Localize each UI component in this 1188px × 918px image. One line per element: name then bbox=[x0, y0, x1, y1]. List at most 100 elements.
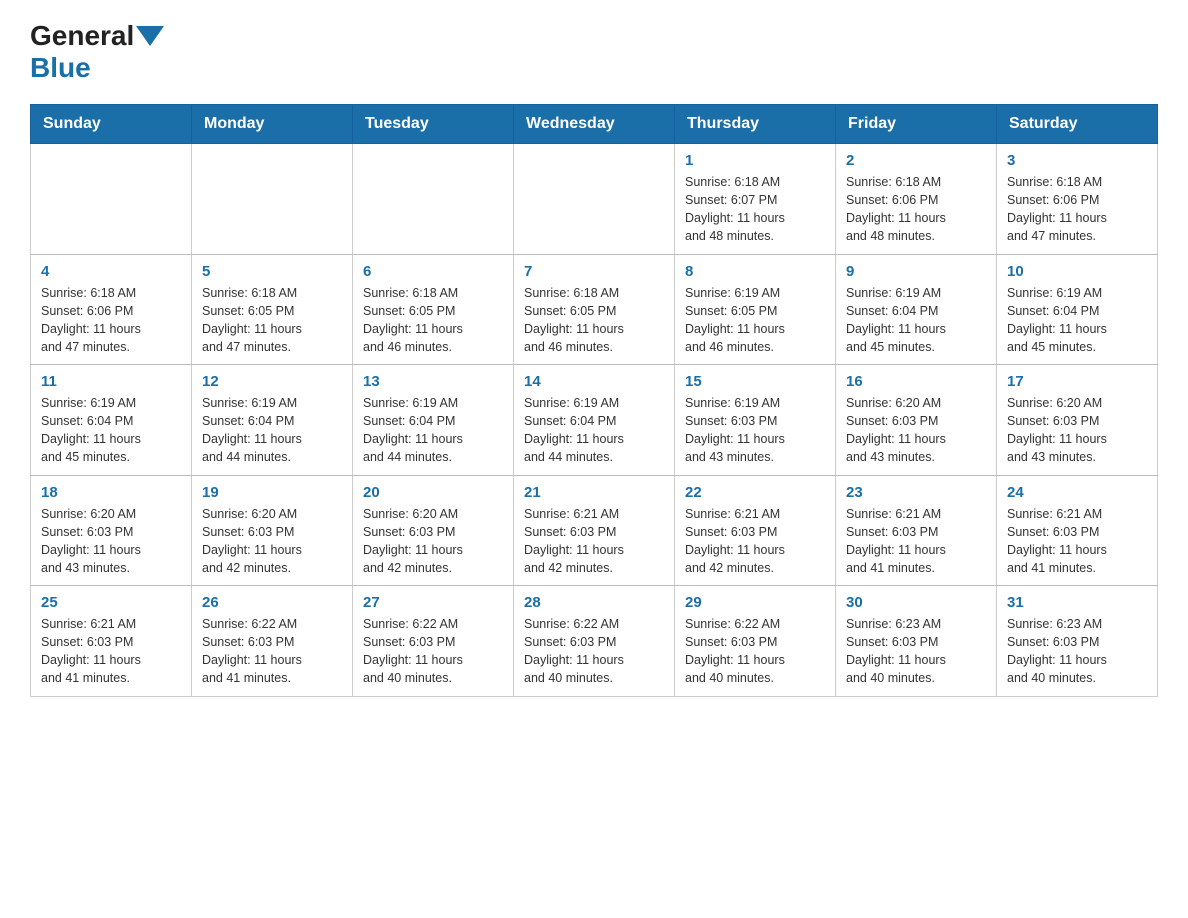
day-sun-info: Sunrise: 6:19 AM Sunset: 6:03 PM Dayligh… bbox=[685, 394, 825, 467]
day-number: 15 bbox=[685, 373, 825, 390]
day-number: 8 bbox=[685, 263, 825, 280]
logo-general-text: General bbox=[30, 20, 134, 52]
day-sun-info: Sunrise: 6:20 AM Sunset: 6:03 PM Dayligh… bbox=[202, 505, 342, 578]
day-sun-info: Sunrise: 6:18 AM Sunset: 6:05 PM Dayligh… bbox=[202, 284, 342, 357]
calendar-cell: 20 Sunrise: 6:20 AM Sunset: 6:03 PM Dayli… bbox=[353, 475, 514, 586]
day-sun-info: Sunrise: 6:18 AM Sunset: 6:06 PM Dayligh… bbox=[41, 284, 181, 357]
calendar-cell: 10 Sunrise: 6:19 AM Sunset: 6:04 PM Dayli… bbox=[997, 254, 1158, 365]
calendar-cell: 9 Sunrise: 6:19 AM Sunset: 6:04 PM Daylig… bbox=[836, 254, 997, 365]
weekday-header-wednesday: Wednesday bbox=[514, 105, 675, 144]
day-sun-info: Sunrise: 6:20 AM Sunset: 6:03 PM Dayligh… bbox=[41, 505, 181, 578]
day-sun-info: Sunrise: 6:18 AM Sunset: 6:07 PM Dayligh… bbox=[685, 173, 825, 246]
weekday-header-monday: Monday bbox=[192, 105, 353, 144]
day-number: 14 bbox=[524, 373, 664, 390]
day-number: 16 bbox=[846, 373, 986, 390]
day-sun-info: Sunrise: 6:21 AM Sunset: 6:03 PM Dayligh… bbox=[846, 505, 986, 578]
day-sun-info: Sunrise: 6:19 AM Sunset: 6:05 PM Dayligh… bbox=[685, 284, 825, 357]
calendar-cell: 2 Sunrise: 6:18 AM Sunset: 6:06 PM Daylig… bbox=[836, 144, 997, 255]
logo-blue-text: Blue bbox=[30, 52, 91, 83]
weekday-header-thursday: Thursday bbox=[675, 105, 836, 144]
weekday-header-tuesday: Tuesday bbox=[353, 105, 514, 144]
day-number: 28 bbox=[524, 594, 664, 611]
calendar-cell: 29Sunrise: 6:22 AM Sunset: 6:03 PM Dayli… bbox=[675, 586, 836, 697]
calendar-cell: 27 Sunrise: 6:22 AM Sunset: 6:03 PM Dayli… bbox=[353, 586, 514, 697]
day-number: 12 bbox=[202, 373, 342, 390]
day-sun-info: Sunrise: 6:22 AM Sunset: 6:03 PM Dayligh… bbox=[685, 615, 825, 688]
calendar-week-row: 4 Sunrise: 6:18 AM Sunset: 6:06 PM Daylig… bbox=[31, 254, 1158, 365]
day-number: 20 bbox=[363, 484, 503, 501]
calendar-cell: 6Sunrise: 6:18 AM Sunset: 6:05 PM Daylig… bbox=[353, 254, 514, 365]
day-number: 11 bbox=[41, 373, 181, 390]
calendar-cell: 22 Sunrise: 6:21 AM Sunset: 6:03 PM Dayli… bbox=[675, 475, 836, 586]
calendar-cell: 1Sunrise: 6:18 AM Sunset: 6:07 PM Daylig… bbox=[675, 144, 836, 255]
day-sun-info: Sunrise: 6:19 AM Sunset: 6:04 PM Dayligh… bbox=[41, 394, 181, 467]
day-number: 18 bbox=[41, 484, 181, 501]
day-sun-info: Sunrise: 6:19 AM Sunset: 6:04 PM Dayligh… bbox=[846, 284, 986, 357]
calendar-cell bbox=[353, 144, 514, 255]
logo-triangle-icon bbox=[136, 26, 164, 46]
day-number: 22 bbox=[685, 484, 825, 501]
day-number: 25 bbox=[41, 594, 181, 611]
calendar-cell bbox=[192, 144, 353, 255]
day-sun-info: Sunrise: 6:21 AM Sunset: 6:03 PM Dayligh… bbox=[1007, 505, 1147, 578]
day-number: 26 bbox=[202, 594, 342, 611]
day-sun-info: Sunrise: 6:18 AM Sunset: 6:05 PM Dayligh… bbox=[363, 284, 503, 357]
calendar-cell: 18 Sunrise: 6:20 AM Sunset: 6:03 PM Dayli… bbox=[31, 475, 192, 586]
day-number: 23 bbox=[846, 484, 986, 501]
calendar-cell: 17 Sunrise: 6:20 AM Sunset: 6:03 PM Dayli… bbox=[997, 365, 1158, 476]
day-sun-info: Sunrise: 6:20 AM Sunset: 6:03 PM Dayligh… bbox=[846, 394, 986, 467]
day-number: 4 bbox=[41, 263, 181, 280]
weekday-header-saturday: Saturday bbox=[997, 105, 1158, 144]
day-sun-info: Sunrise: 6:22 AM Sunset: 6:03 PM Dayligh… bbox=[363, 615, 503, 688]
logo: General Blue bbox=[30, 20, 166, 84]
day-sun-info: Sunrise: 6:19 AM Sunset: 6:04 PM Dayligh… bbox=[363, 394, 503, 467]
calendar-cell: 16 Sunrise: 6:20 AM Sunset: 6:03 PM Dayli… bbox=[836, 365, 997, 476]
day-sun-info: Sunrise: 6:21 AM Sunset: 6:03 PM Dayligh… bbox=[685, 505, 825, 578]
weekday-header-friday: Friday bbox=[836, 105, 997, 144]
day-sun-info: Sunrise: 6:18 AM Sunset: 6:05 PM Dayligh… bbox=[524, 284, 664, 357]
calendar-cell: 15 Sunrise: 6:19 AM Sunset: 6:03 PM Dayli… bbox=[675, 365, 836, 476]
calendar-week-row: 1Sunrise: 6:18 AM Sunset: 6:07 PM Daylig… bbox=[31, 144, 1158, 255]
day-sun-info: Sunrise: 6:21 AM Sunset: 6:03 PM Dayligh… bbox=[41, 615, 181, 688]
calendar-cell: 23 Sunrise: 6:21 AM Sunset: 6:03 PM Dayli… bbox=[836, 475, 997, 586]
calendar-table: SundayMondayTuesdayWednesdayThursdayFrid… bbox=[30, 104, 1158, 697]
day-sun-info: Sunrise: 6:18 AM Sunset: 6:06 PM Dayligh… bbox=[846, 173, 986, 246]
day-number: 7 bbox=[524, 263, 664, 280]
day-sun-info: Sunrise: 6:19 AM Sunset: 6:04 PM Dayligh… bbox=[1007, 284, 1147, 357]
day-number: 24 bbox=[1007, 484, 1147, 501]
day-number: 17 bbox=[1007, 373, 1147, 390]
day-sun-info: Sunrise: 6:21 AM Sunset: 6:03 PM Dayligh… bbox=[524, 505, 664, 578]
day-sun-info: Sunrise: 6:20 AM Sunset: 6:03 PM Dayligh… bbox=[1007, 394, 1147, 467]
page-header: General Blue bbox=[30, 20, 1158, 84]
calendar-cell: 25 Sunrise: 6:21 AM Sunset: 6:03 PM Dayli… bbox=[31, 586, 192, 697]
day-number: 2 bbox=[846, 152, 986, 169]
day-sun-info: Sunrise: 6:19 AM Sunset: 6:04 PM Dayligh… bbox=[524, 394, 664, 467]
day-number: 27 bbox=[363, 594, 503, 611]
day-sun-info: Sunrise: 6:18 AM Sunset: 6:06 PM Dayligh… bbox=[1007, 173, 1147, 246]
day-number: 19 bbox=[202, 484, 342, 501]
weekday-header-row: SundayMondayTuesdayWednesdayThursdayFrid… bbox=[31, 105, 1158, 144]
calendar-cell: 13 Sunrise: 6:19 AM Sunset: 6:04 PM Dayli… bbox=[353, 365, 514, 476]
day-number: 31 bbox=[1007, 594, 1147, 611]
calendar-week-row: 11 Sunrise: 6:19 AM Sunset: 6:04 PM Dayli… bbox=[31, 365, 1158, 476]
calendar-cell: 24 Sunrise: 6:21 AM Sunset: 6:03 PM Dayli… bbox=[997, 475, 1158, 586]
day-number: 13 bbox=[363, 373, 503, 390]
calendar-week-row: 18 Sunrise: 6:20 AM Sunset: 6:03 PM Dayli… bbox=[31, 475, 1158, 586]
day-number: 21 bbox=[524, 484, 664, 501]
day-sun-info: Sunrise: 6:19 AM Sunset: 6:04 PM Dayligh… bbox=[202, 394, 342, 467]
day-sun-info: Sunrise: 6:20 AM Sunset: 6:03 PM Dayligh… bbox=[363, 505, 503, 578]
calendar-cell: 8 Sunrise: 6:19 AM Sunset: 6:05 PM Daylig… bbox=[675, 254, 836, 365]
day-sun-info: Sunrise: 6:22 AM Sunset: 6:03 PM Dayligh… bbox=[524, 615, 664, 688]
day-sun-info: Sunrise: 6:22 AM Sunset: 6:03 PM Dayligh… bbox=[202, 615, 342, 688]
day-number: 10 bbox=[1007, 263, 1147, 280]
day-number: 9 bbox=[846, 263, 986, 280]
day-number: 5 bbox=[202, 263, 342, 280]
day-number: 30 bbox=[846, 594, 986, 611]
calendar-cell bbox=[514, 144, 675, 255]
calendar-cell: 26 Sunrise: 6:22 AM Sunset: 6:03 PM Dayli… bbox=[192, 586, 353, 697]
calendar-cell: 28 Sunrise: 6:22 AM Sunset: 6:03 PM Dayli… bbox=[514, 586, 675, 697]
calendar-cell bbox=[31, 144, 192, 255]
calendar-cell: 12 Sunrise: 6:19 AM Sunset: 6:04 PM Dayli… bbox=[192, 365, 353, 476]
calendar-cell: 7 Sunrise: 6:18 AM Sunset: 6:05 PM Daylig… bbox=[514, 254, 675, 365]
calendar-cell: 3Sunrise: 6:18 AM Sunset: 6:06 PM Daylig… bbox=[997, 144, 1158, 255]
